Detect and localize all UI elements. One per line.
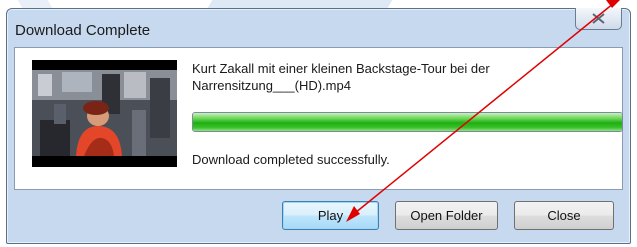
annotation-arrowhead-top xyxy=(606,0,620,8)
file-name: Kurt Zakall mit einer kleinen Backstage-… xyxy=(192,61,490,93)
download-progress-bar xyxy=(192,112,623,132)
background-stripe xyxy=(207,0,393,8)
video-thumbnail xyxy=(32,60,177,167)
window-close-button[interactable] xyxy=(575,8,622,30)
title-bar[interactable]: Download Complete xyxy=(7,8,630,47)
background-stripe xyxy=(17,0,53,8)
close-button[interactable]: Close xyxy=(514,201,614,230)
dialog-title: Download Complete xyxy=(15,22,151,39)
close-x-icon xyxy=(592,13,605,24)
status-text: Download completed successfully. xyxy=(192,152,390,167)
open-folder-button[interactable]: Open Folder xyxy=(395,201,498,230)
play-button[interactable]: Play xyxy=(282,201,379,230)
download-complete-dialog: Download Complete Kurt Zakall mit einer … xyxy=(6,8,631,244)
video-thumbnail-image xyxy=(32,60,177,167)
progress-fill xyxy=(193,113,622,131)
content-panel: Kurt Zakall mit einer kleinen Backstage-… xyxy=(14,47,623,190)
